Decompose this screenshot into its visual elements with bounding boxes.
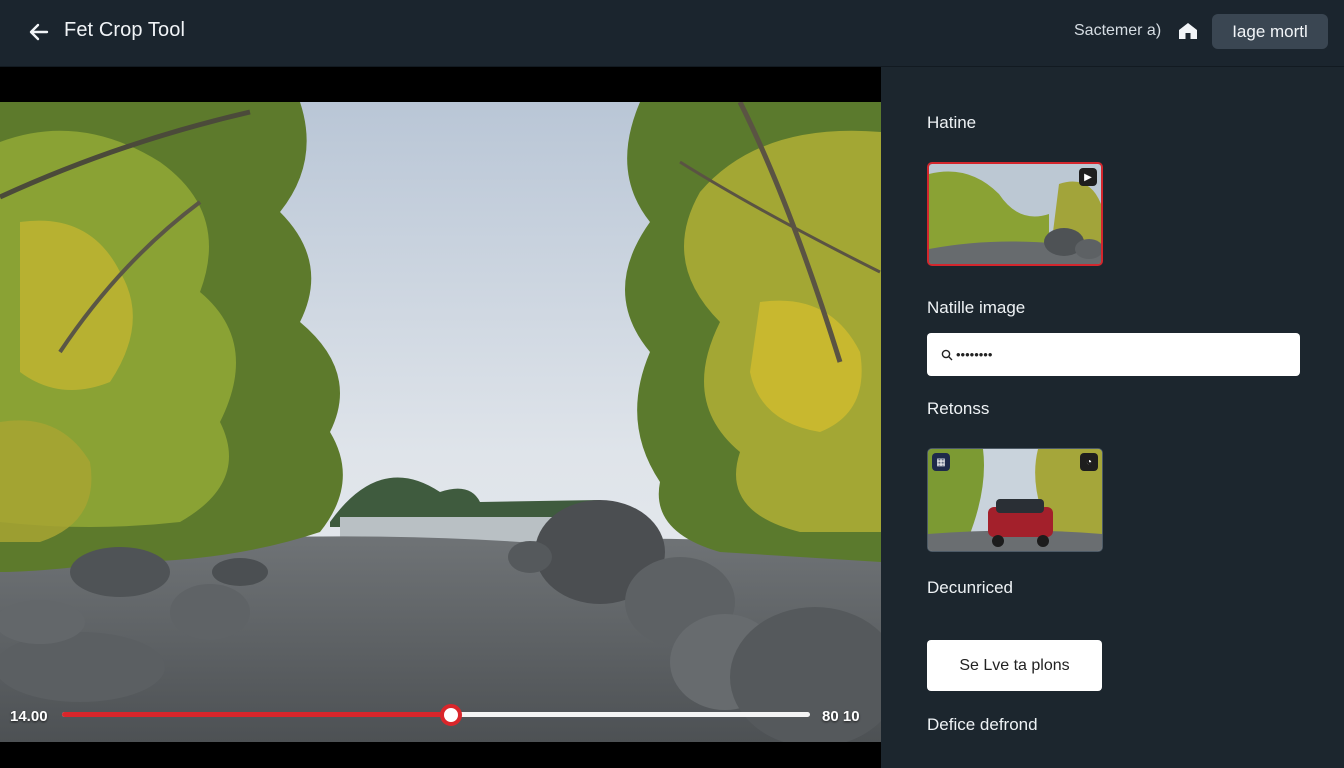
back-arrow-icon[interactable] [28,21,50,43]
app-title: Fet Crop Tool [64,19,185,41]
section-label-hatine: Hatine [927,113,977,132]
section-label-retonss: Retonss [927,399,990,418]
search-input[interactable]: •••••••• [927,333,1300,376]
thumbnail-selected[interactable]: ▶ [927,162,1103,266]
search-icon [941,349,953,360]
scrub-bar[interactable] [62,704,810,726]
play-icon: ▶ [1079,168,1097,186]
section-label-image: Natille image [927,298,1026,317]
save-plans-button[interactable]: Se Lve ta plons [927,640,1102,691]
section-label-decunriced: Decunriced [927,578,1013,597]
image-viewer: 14.00 80 10 [0,67,881,768]
user-menu[interactable]: Sactemer a) [1074,22,1161,40]
home-icon[interactable] [1177,20,1199,42]
search-value: •••••••• [956,347,993,362]
scrub-progress [62,712,451,717]
time-end: 80 10 [822,708,860,725]
image-mode-button[interactable]: Iage mortl [1212,14,1328,49]
footer-label: Defice defrond [927,715,1038,734]
thumbnail-car[interactable]: ▦ ◔ [927,448,1103,552]
landscape-photo [0,102,881,742]
scrub-handle[interactable] [439,704,462,726]
clock-icon: ◔ [1080,453,1098,471]
top-bar: Fet Crop Tool Sactemer a) Iage mortl [0,0,1344,67]
grid-icon: ▦ [932,453,950,471]
time-start: 14.00 [10,708,48,725]
